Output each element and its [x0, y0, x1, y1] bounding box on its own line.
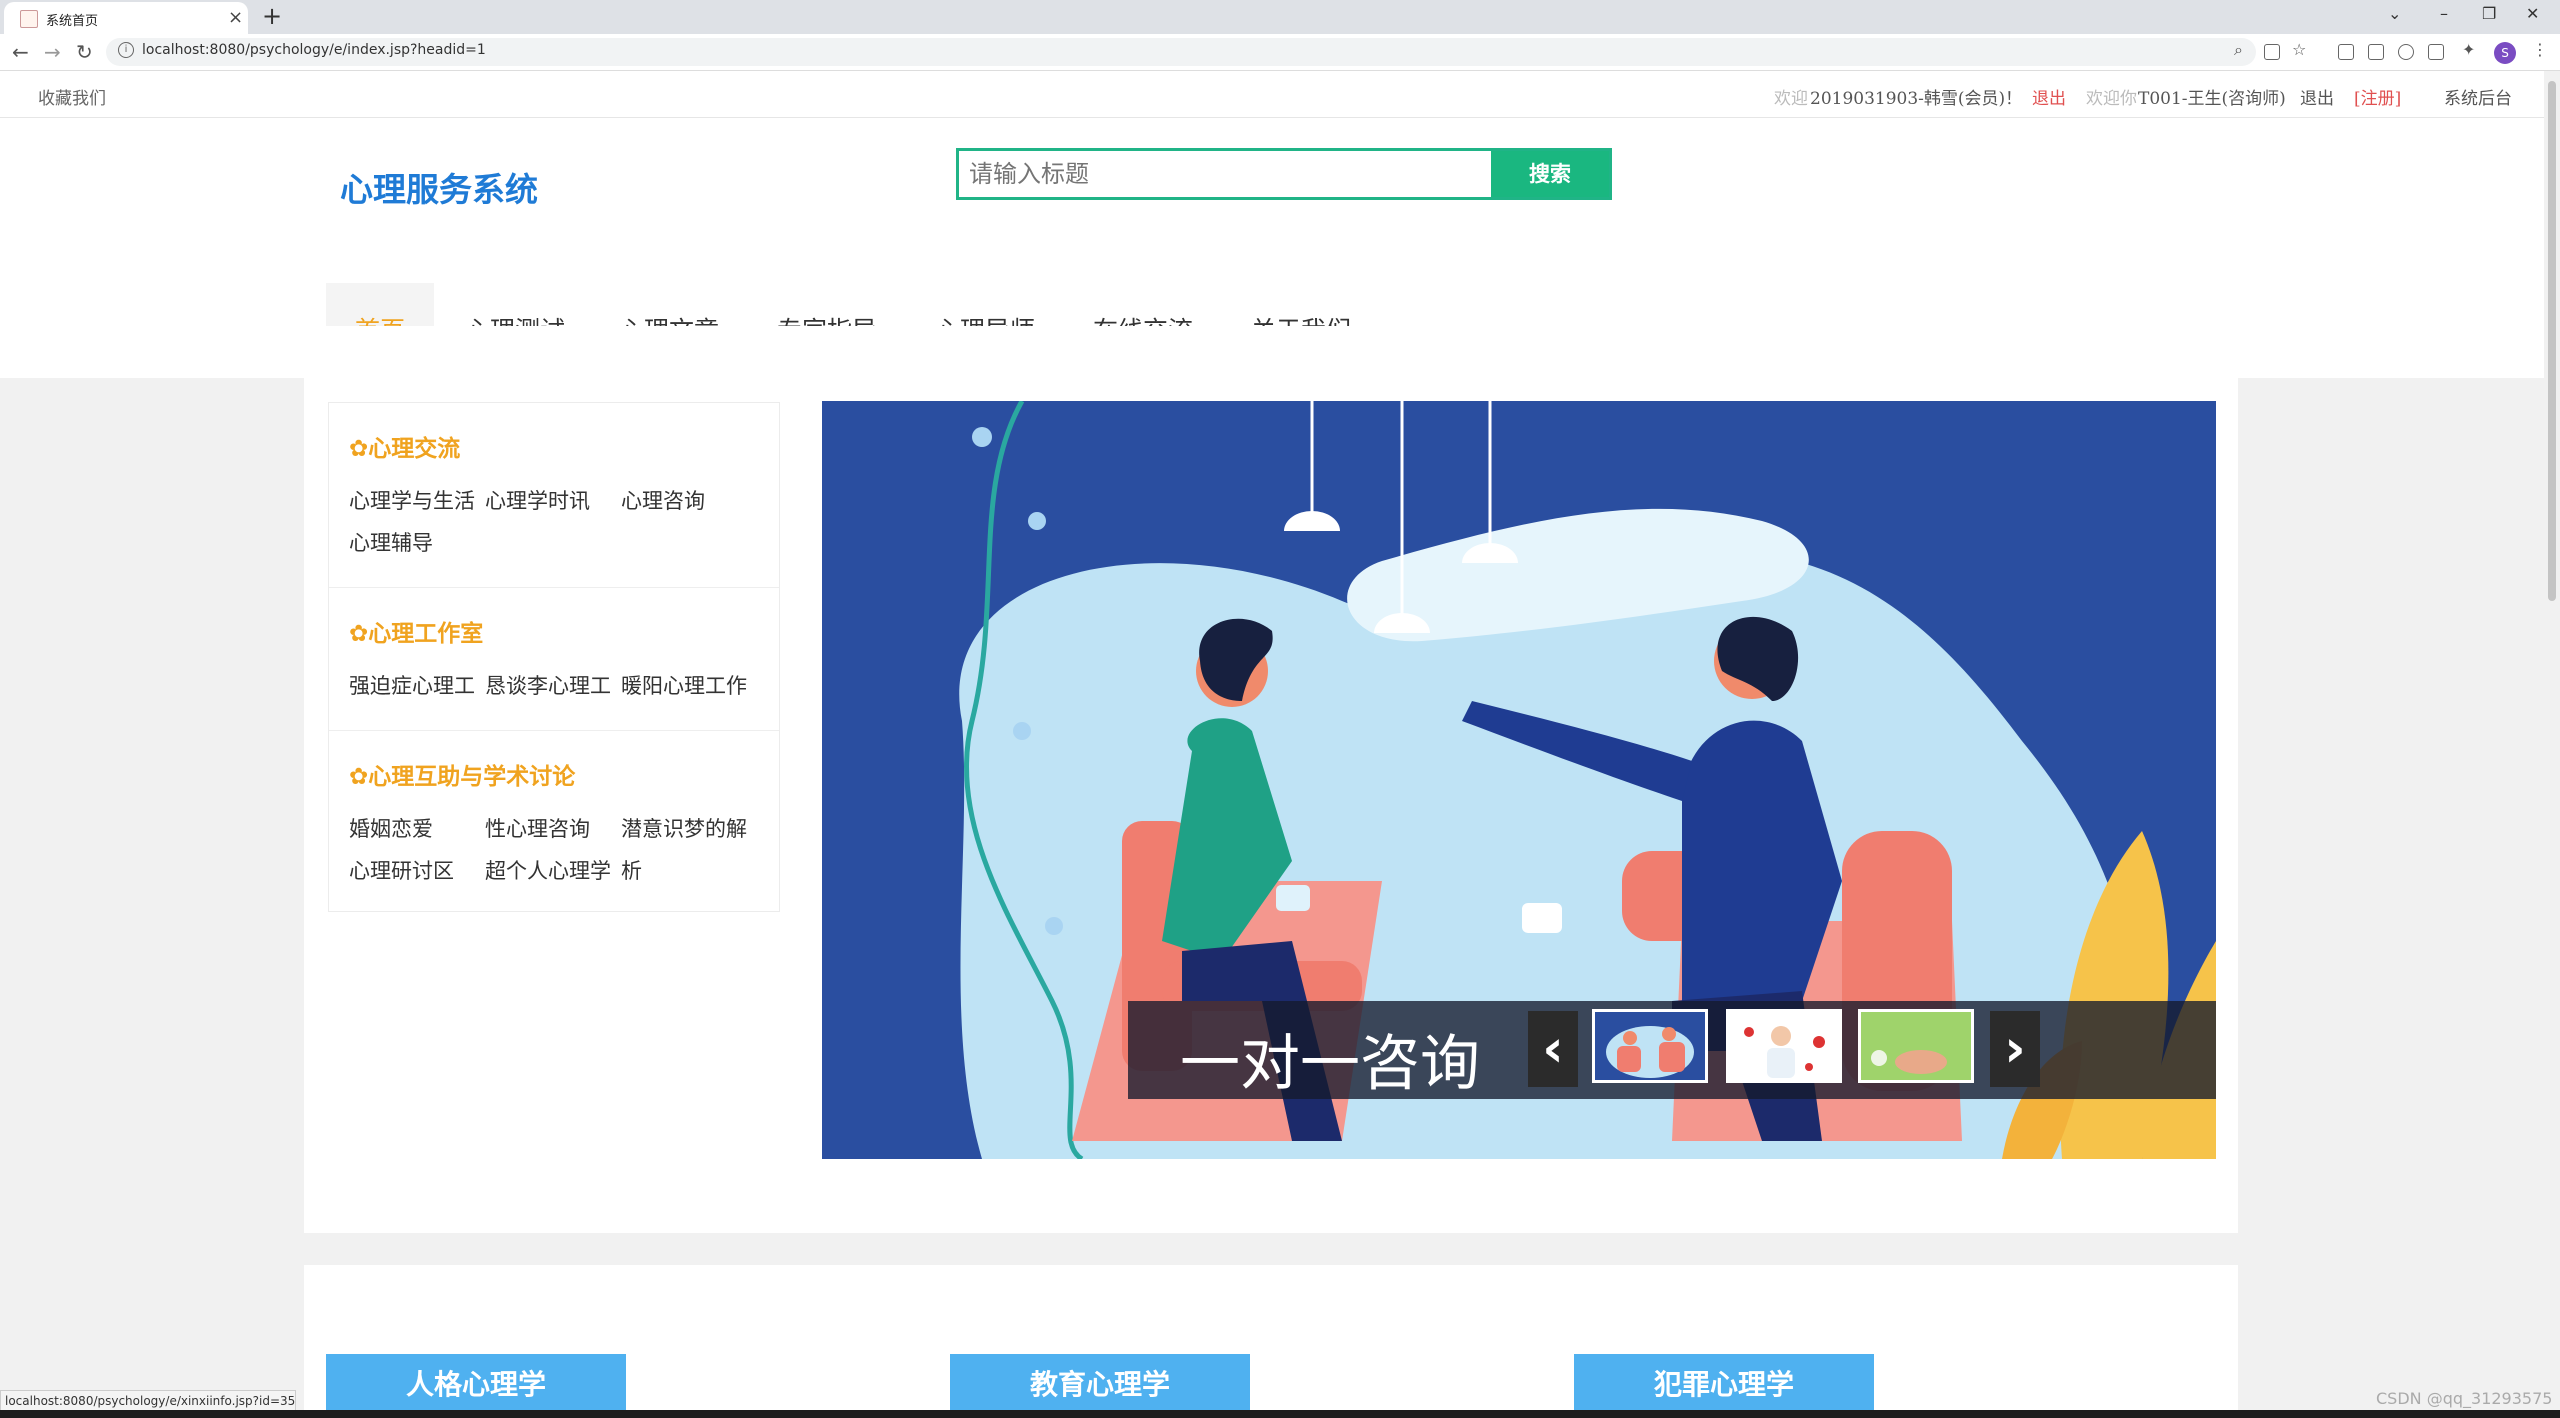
search-button[interactable]: 搜索: [1491, 151, 1609, 197]
taskbar-strip: [0, 1410, 2560, 1418]
site-logo[interactable]: 心理服务系统: [340, 163, 538, 211]
url-field[interactable]: i localhost:8080/psychology/e/index.jsp?…: [106, 38, 2256, 66]
url-text: localhost:8080/psychology/e/index.jsp?he…: [142, 42, 486, 58]
page-viewport: 收藏我们 欢迎 2019031903-韩雪(会员)！ 退出 欢迎你 T001-王…: [0, 71, 2544, 1413]
sidebar-link[interactable]: 强迫症心理工: [349, 670, 475, 700]
close-window-icon[interactable]: ✕: [2526, 4, 2539, 23]
counselor-logout-link[interactable]: 退出: [2300, 84, 2334, 109]
sidebar-section-exchange: ✿心理交流 心理学与生活 心理学时讯 心理咨询 心理辅导: [329, 403, 779, 588]
carousel-next-icon[interactable]: ›: [1990, 1011, 2040, 1087]
sidebar-section-studio: ✿心理工作室 强迫症心理工 恳谈李心理工 暖阳心理工作: [329, 588, 779, 731]
carousel-thumb-counseling[interactable]: [1592, 1009, 1708, 1083]
sidebar-link[interactable]: 心理咨询: [621, 485, 705, 515]
banner-carousel[interactable]: 一对一咨询 ‹ ›: [822, 401, 2216, 1159]
sidebar-link[interactable]: 性心理咨询: [485, 813, 590, 843]
tab-close-icon[interactable]: ×: [228, 7, 243, 28]
search-input[interactable]: [959, 151, 1509, 197]
bookmark-link[interactable]: 收藏我们: [38, 84, 106, 109]
section-title: ✿心理工作室: [349, 621, 484, 647]
scrollbar-thumb[interactable]: [2548, 81, 2556, 601]
search-form: 搜索: [956, 148, 1612, 200]
sidebar-link[interactable]: 析: [621, 855, 642, 885]
carousel-caption: 一对一咨询: [1180, 1029, 1480, 1099]
category-tab-personality[interactable]: 人格心理学: [326, 1354, 626, 1413]
page-favicon-icon: [20, 10, 38, 28]
register-link[interactable]: [注册]: [2354, 84, 2401, 109]
menu-kebab-icon[interactable]: ⋮: [2532, 40, 2548, 59]
sidebar-link[interactable]: 心理学与生活: [349, 485, 475, 515]
tab-title: 系统首页: [46, 14, 99, 29]
category-tab-criminal[interactable]: 犯罪心理学: [1574, 1354, 1874, 1413]
watermark: CSDN @qq_31293575: [2376, 1389, 2553, 1408]
sidebar-link[interactable]: 暖阳心理工作: [621, 670, 747, 700]
sidebar-link[interactable]: 超个人心理学: [485, 855, 611, 885]
back-icon[interactable]: ←: [12, 40, 29, 64]
status-url-tooltip: localhost:8080/psychology/e/xinxiinfo.js…: [0, 1390, 296, 1412]
category-tab-education[interactable]: 教育心理学: [950, 1354, 1250, 1413]
browser-tab[interactable]: 系统首页 ×: [4, 2, 248, 34]
profile-avatar[interactable]: S: [2494, 42, 2516, 64]
carousel-prev-icon[interactable]: ‹: [1528, 1011, 1578, 1087]
sidebar-link[interactable]: 心理辅导: [349, 527, 433, 557]
extension-image-icon[interactable]: [2428, 44, 2444, 60]
zoom-icon[interactable]: ⌕: [2234, 40, 2243, 60]
sidebar-link[interactable]: 潜意识梦的解: [621, 813, 747, 843]
thumb-doctor-icon: [1744, 1026, 1825, 1078]
page-scrollbar[interactable]: [2544, 71, 2560, 1413]
cast-icon[interactable]: [2338, 44, 2354, 60]
sidebar-link[interactable]: 心理研讨区: [349, 855, 454, 885]
admin-link[interactable]: 系统后台: [2444, 84, 2512, 109]
address-bar: ← → ↻ i localhost:8080/psychology/e/inde…: [0, 34, 2560, 71]
browser-tab-bar: 系统首页 × + ⌄ – ❐ ✕: [0, 0, 2560, 34]
carousel-thumb-nature[interactable]: [1858, 1009, 1974, 1083]
counselor-welcome: T001-王生(咨询师): [2138, 89, 2286, 109]
category-sidebar: ✿心理交流 心理学与生活 心理学时讯 心理咨询 心理辅导 ✿心理工作室 强迫症心…: [328, 402, 780, 912]
welcome-prefix: 欢迎: [1774, 89, 1808, 109]
tab-search-chevron-icon[interactable]: ⌄: [2388, 4, 2401, 23]
thumb-nature-icon: [1861, 1012, 1971, 1080]
reload-icon[interactable]: ↻: [76, 40, 93, 64]
section-title: ✿心理交流: [349, 436, 461, 462]
counselor-welcome-prefix: 欢迎你: [2086, 89, 2137, 109]
sidebar-section-mutual-help: ✿心理互助与学术讨论 婚姻恋爱 性心理咨询 潜意识梦的解 心理研讨区 超个人心理…: [329, 731, 779, 911]
bookmark-star-icon[interactable]: ☆: [2292, 40, 2306, 59]
carousel-caption-bar: 一对一咨询 ‹ ›: [1128, 1001, 2216, 1099]
forward-icon[interactable]: →: [44, 40, 61, 64]
sidebar-link[interactable]: 恳谈李心理工: [485, 670, 611, 700]
minimize-icon[interactable]: –: [2440, 4, 2448, 23]
site-info-icon[interactable]: i: [118, 42, 134, 58]
site-top-bar: 收藏我们 欢迎 2019031903-韩雪(会员)！ 退出 欢迎你 T001-王…: [0, 71, 2544, 118]
thumb-counseling-icon: [1606, 1026, 1694, 1078]
member-logout-link[interactable]: 退出: [2032, 84, 2066, 109]
sidebar-link[interactable]: 心理学时讯: [485, 485, 590, 515]
new-tab-icon[interactable]: +: [262, 2, 282, 30]
carousel-thumb-doctor[interactable]: [1726, 1009, 1842, 1083]
restore-icon[interactable]: ❐: [2482, 4, 2496, 23]
section-title: ✿心理互助与学术讨论: [349, 764, 576, 790]
member-welcome: 2019031903-韩雪(会员)！: [1810, 89, 2023, 109]
sidebar-link[interactable]: 婚姻恋爱: [349, 813, 433, 843]
screenshot-icon[interactable]: [2368, 44, 2384, 60]
extension-w-icon[interactable]: [2398, 44, 2414, 60]
share-icon[interactable]: [2264, 44, 2280, 60]
extensions-puzzle-icon[interactable]: ✦: [2462, 40, 2475, 59]
